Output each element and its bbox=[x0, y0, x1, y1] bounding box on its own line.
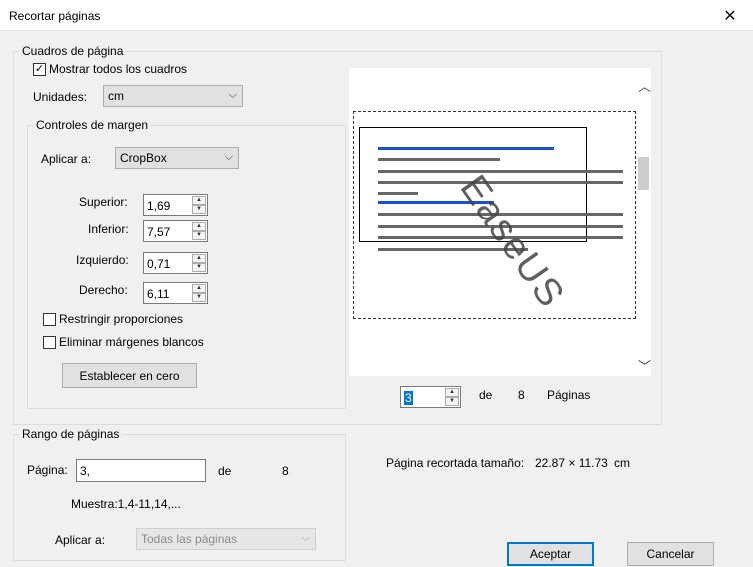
bottom-margin-value: 7,57 bbox=[147, 225, 171, 239]
margin-apply-label: Aplicar a: bbox=[41, 152, 92, 166]
chevron-down-icon: ⌵ bbox=[224, 151, 233, 163]
preview-scrollbar-thumb[interactable] bbox=[638, 157, 649, 190]
spin-down-icon[interactable]: ▼ bbox=[192, 231, 206, 240]
set-to-zero-button[interactable]: Establecer en cero bbox=[62, 363, 197, 388]
page-boxes-legend: Cuadros de página bbox=[19, 44, 127, 58]
cancel-button[interactable]: Cancelar bbox=[627, 542, 714, 566]
doc-text-line bbox=[378, 181, 623, 184]
margin-apply-value: CropBox bbox=[120, 151, 167, 165]
chevron-down-icon: ⌵ bbox=[301, 532, 310, 544]
preview-page-value: 3 bbox=[404, 391, 413, 405]
spin-down-icon[interactable]: ▼ bbox=[445, 397, 459, 406]
top-margin-value: 1,69 bbox=[147, 199, 171, 213]
page-range-total: 8 bbox=[282, 464, 289, 478]
constrain-proportions-checkbox[interactable] bbox=[43, 313, 56, 326]
accept-button[interactable]: Aceptar bbox=[507, 542, 594, 566]
page-range-page-label: Página: bbox=[27, 463, 68, 477]
left-margin-value: 0,71 bbox=[147, 257, 171, 271]
scroll-down-icon[interactable]: ﹀ bbox=[638, 356, 651, 375]
units-select[interactable]: cm ⌵ bbox=[103, 85, 243, 107]
bottom-margin-spinner[interactable]: 7,57 ▲ ▼ bbox=[143, 220, 208, 242]
units-label: Unidades: bbox=[33, 90, 88, 104]
page-range-value: 3, bbox=[80, 463, 91, 478]
right-margin-value: 6,11 bbox=[147, 287, 170, 301]
top-margin-spinner[interactable]: 1,69 ▲ ▼ bbox=[143, 194, 208, 216]
title-bar: Recortar páginas ✕ bbox=[0, 0, 753, 31]
preview-pages-label: Páginas bbox=[547, 388, 591, 402]
spin-up-icon[interactable]: ▲ bbox=[192, 284, 206, 293]
page-range-apply-label: Aplicar a: bbox=[55, 533, 106, 547]
page-range-apply-select: Todas las páginas ⌵ bbox=[136, 528, 316, 550]
constrain-proportions-label: Restringir proporciones bbox=[59, 312, 184, 326]
right-margin-spinner[interactable]: 6,11 ▲ ▼ bbox=[143, 282, 208, 304]
spin-up-icon[interactable]: ▲ bbox=[445, 388, 459, 397]
spin-down-icon[interactable]: ▼ bbox=[192, 263, 206, 272]
preview-total-pages: 8 bbox=[518, 388, 525, 402]
spin-up-icon[interactable]: ▲ bbox=[192, 254, 206, 263]
spin-up-icon[interactable]: ▲ bbox=[192, 196, 206, 205]
doc-text-line bbox=[378, 158, 500, 161]
preview-page-spinner[interactable]: 3 ▲ ▼ bbox=[400, 386, 461, 408]
top-margin-label: Superior: bbox=[79, 195, 128, 209]
page-range-apply-value: Todas las páginas bbox=[141, 532, 238, 546]
doc-text-line bbox=[378, 170, 623, 173]
checkmark-icon: ✓ bbox=[34, 63, 45, 75]
doc-text-line bbox=[378, 147, 554, 150]
cropped-size-label: Página recortada tamaño: bbox=[386, 456, 525, 470]
spin-down-icon[interactable]: ▼ bbox=[192, 293, 206, 302]
page-range-sample: Muestra:1,4-11,14,... bbox=[71, 497, 181, 511]
chevron-down-icon: ⌵ bbox=[228, 89, 237, 101]
cropped-size-unit: cm bbox=[614, 456, 630, 470]
remove-white-margins-checkbox[interactable] bbox=[43, 336, 56, 349]
spin-up-icon[interactable]: ▲ bbox=[192, 222, 206, 231]
margin-controls-legend: Controles de margen bbox=[33, 118, 152, 132]
cropped-size-value: 22.87 × 11.73 bbox=[535, 456, 608, 470]
doc-text-line bbox=[378, 192, 418, 195]
page-range-of-label: de bbox=[218, 464, 232, 478]
right-margin-label: Derecho: bbox=[79, 283, 128, 297]
preview-page: EaseUS bbox=[353, 111, 636, 319]
scroll-up-icon[interactable]: ︿ bbox=[638, 76, 651, 95]
show-all-boxes-checkbox[interactable]: ✓ bbox=[33, 63, 46, 76]
close-button[interactable]: ✕ bbox=[707, 0, 753, 31]
show-all-boxes-label: Mostrar todos los cuadros bbox=[49, 62, 188, 76]
spin-down-icon[interactable]: ▼ bbox=[192, 205, 206, 214]
close-icon: ✕ bbox=[723, 7, 737, 25]
remove-white-margins-label: Eliminar márgenes blancos bbox=[59, 335, 204, 349]
left-margin-label: Izquierdo: bbox=[76, 253, 129, 267]
window-title: Recortar páginas bbox=[9, 9, 101, 23]
bottom-margin-label: Inferior: bbox=[88, 222, 129, 236]
preview-of-label: de bbox=[479, 388, 493, 402]
units-value: cm bbox=[108, 89, 124, 103]
margin-apply-select[interactable]: CropBox ⌵ bbox=[115, 147, 239, 169]
page-range-input[interactable]: 3, bbox=[76, 459, 206, 482]
page-range-legend: Rango de páginas bbox=[19, 427, 123, 441]
left-margin-spinner[interactable]: 0,71 ▲ ▼ bbox=[143, 252, 208, 274]
